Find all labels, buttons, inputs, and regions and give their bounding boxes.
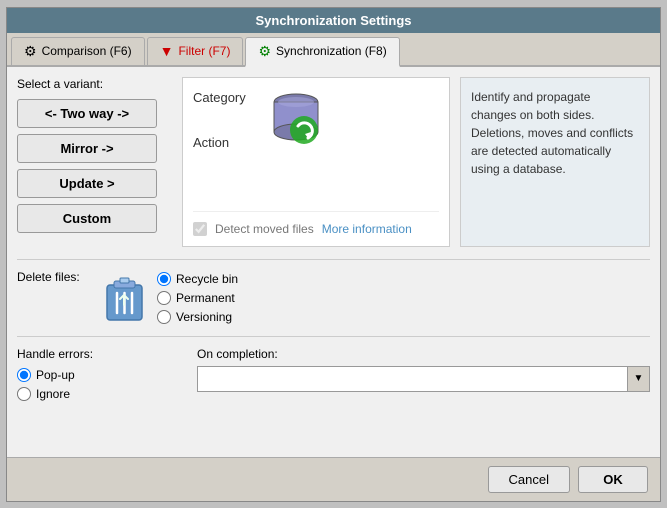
description-text: Identify and propagate changes on both s…: [471, 90, 633, 176]
select-variant-label: Select a variant:: [17, 77, 172, 91]
delete-files-radio-group: Recycle bin Permanent Versioning: [157, 272, 238, 324]
recycle-bin-radio[interactable]: [157, 272, 171, 286]
permanent-label: Permanent: [176, 291, 235, 305]
content-area: Select a variant: <- Two way -> Mirror -…: [7, 67, 660, 457]
dialog-title: Synchronization Settings: [255, 13, 411, 28]
versioning-radio[interactable]: [157, 310, 171, 324]
delete-files-section: Delete files:: [17, 259, 650, 324]
popup-radio[interactable]: [17, 368, 31, 382]
tab-filter[interactable]: ▼ Filter (F7): [147, 37, 244, 65]
on-completion-label: On completion:: [197, 347, 650, 361]
on-completion-section: On completion: ▼: [197, 347, 650, 401]
title-bar: Synchronization Settings: [7, 8, 660, 33]
filter-icon: ▼: [160, 43, 174, 59]
tab-sync-label: Synchronization (F8): [276, 44, 387, 58]
handle-errors-label: Handle errors:: [17, 347, 177, 361]
recycle-bin-option[interactable]: Recycle bin: [157, 272, 238, 286]
cancel-button[interactable]: Cancel: [488, 466, 570, 493]
sync-icon: ⚙: [258, 43, 271, 60]
two-way-button[interactable]: <- Two way ->: [17, 99, 157, 128]
category-action-area: Category Action: [193, 88, 439, 153]
bottom-section: Handle errors: Pop-up Ignore On completi…: [17, 336, 650, 401]
tab-comparison-label: Comparison (F6): [42, 44, 132, 58]
on-completion-input[interactable]: [198, 369, 627, 389]
versioning-label: Versioning: [176, 310, 232, 324]
category-label: Category: [193, 90, 246, 105]
left-panel: Select a variant: <- Two way -> Mirror -…: [17, 77, 172, 247]
popup-option[interactable]: Pop-up: [17, 368, 177, 382]
center-panel: Category Action: [182, 77, 450, 247]
versioning-option[interactable]: Versioning: [157, 310, 238, 324]
dropdown-arrow-icon[interactable]: ▼: [627, 367, 649, 391]
custom-button[interactable]: Custom: [17, 204, 157, 233]
tab-synchronization[interactable]: ⚙ Synchronization (F8): [245, 37, 399, 67]
ignore-label: Ignore: [36, 387, 70, 401]
popup-label: Pop-up: [36, 368, 75, 382]
main-section: Select a variant: <- Two way -> Mirror -…: [17, 77, 650, 247]
ok-button[interactable]: OK: [578, 466, 648, 493]
permanent-option[interactable]: Permanent: [157, 291, 238, 305]
detect-moved-area: Detect moved files More information: [193, 211, 439, 236]
database-sync-icon: [266, 88, 326, 153]
tab-bar: ⚙ Comparison (F6) ▼ Filter (F7) ⚙ Synchr…: [7, 33, 660, 67]
detect-moved-label: Detect moved files: [215, 222, 314, 236]
trash-icon: [102, 275, 147, 323]
detect-moved-checkbox: [193, 222, 207, 236]
on-completion-dropdown[interactable]: ▼: [197, 366, 650, 392]
tab-comparison[interactable]: ⚙ Comparison (F6): [11, 37, 145, 65]
comparison-icon: ⚙: [24, 43, 37, 60]
ignore-option[interactable]: Ignore: [17, 387, 177, 401]
permanent-radio[interactable]: [157, 291, 171, 305]
handle-errors-section: Handle errors: Pop-up Ignore: [17, 347, 177, 401]
mirror-button[interactable]: Mirror ->: [17, 134, 157, 163]
right-panel: Identify and propagate changes on both s…: [460, 77, 650, 247]
category-action-labels: Category Action: [193, 90, 246, 150]
trash-icon-container: [102, 275, 147, 323]
delete-files-label: Delete files:: [17, 270, 92, 284]
ignore-radio[interactable]: [17, 387, 31, 401]
recycle-bin-label: Recycle bin: [176, 272, 238, 286]
db-icon-container: [266, 88, 326, 153]
more-information-link[interactable]: More information: [322, 222, 412, 236]
dialog: Synchronization Settings ⚙ Comparison (F…: [6, 7, 661, 502]
dialog-footer: Cancel OK: [7, 457, 660, 501]
update-button[interactable]: Update >: [17, 169, 157, 198]
action-label: Action: [193, 135, 246, 150]
tab-filter-label: Filter (F7): [178, 44, 230, 58]
handle-errors-radio-group: Pop-up Ignore: [17, 368, 177, 401]
